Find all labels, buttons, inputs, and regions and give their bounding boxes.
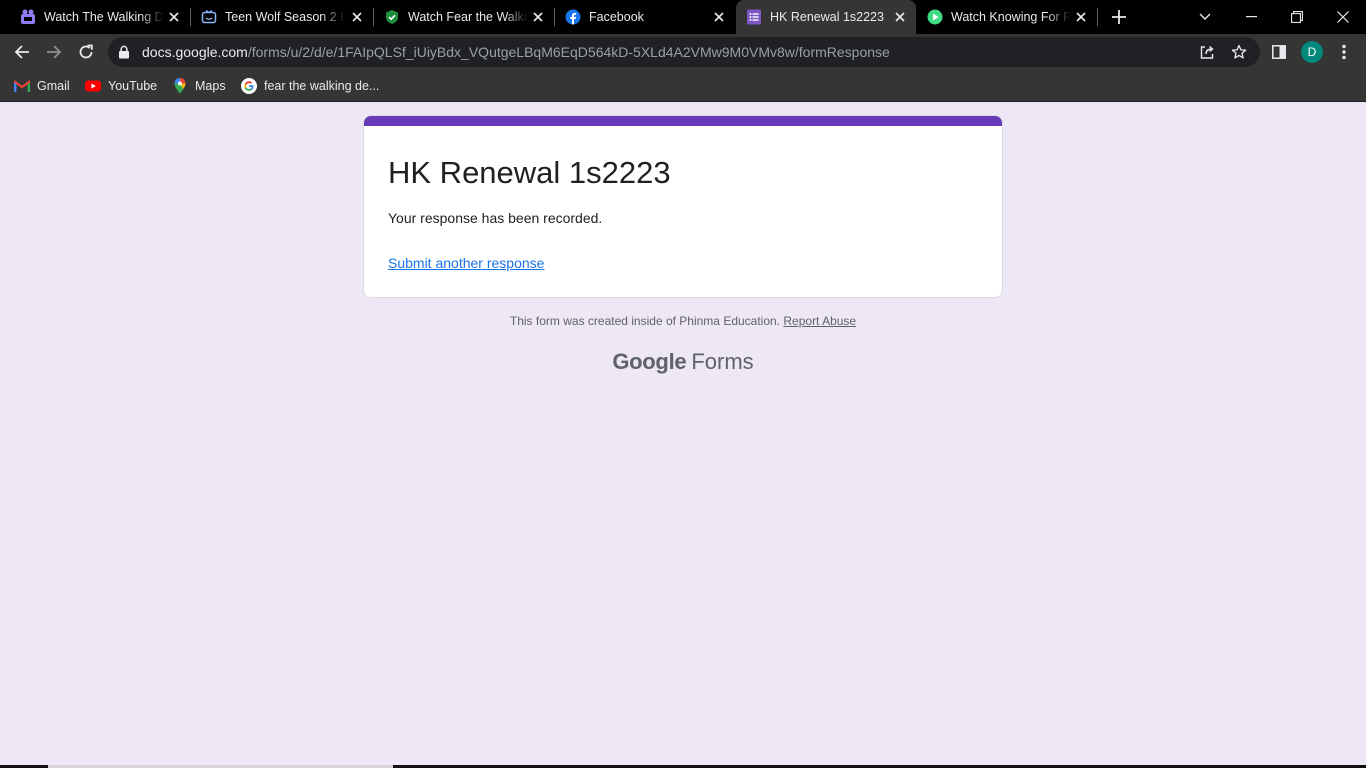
tab-title: Facebook [589,10,644,24]
google-g-icon [241,78,257,94]
tab-fear-walking-dead[interactable]: Watch Fear the Walking Dead [374,0,554,34]
reload-icon [79,44,93,59]
form-accent-bar [364,116,1002,126]
more-vert-icon [1342,44,1346,60]
play-icon [927,9,943,25]
report-abuse-link[interactable]: Report Abuse [783,314,856,328]
restore-button[interactable] [1274,0,1320,34]
tab-title: Watch Fear the Walking Dead [408,10,528,24]
submit-another-response-link[interactable]: Submit another response [388,255,544,271]
side-panel-button[interactable] [1265,38,1293,66]
plus-icon [1112,10,1126,24]
tab-facebook[interactable]: Facebook [555,0,735,34]
tab-knowing[interactable]: Watch Knowing For Free [917,0,1097,34]
close-icon [1337,11,1349,23]
lock-icon[interactable] [118,45,130,64]
chevron-down-icon [1199,13,1211,20]
confirmation-message: Your response has been recorded. [388,210,603,226]
tab-search-button[interactable] [1190,0,1220,34]
share-icon[interactable] [1199,44,1215,60]
minimize-button[interactable] [1228,0,1274,34]
form-footer-note: This form was created inside of Phinma E… [0,314,1366,328]
star-icon[interactable] [1231,44,1247,60]
back-button[interactable] [8,38,36,66]
url-path: /forms/u/2/d/e/1FAIpQLSf_iUiyBdx_VQutgeL… [247,44,890,60]
google-forms-logo[interactable]: Google Forms [0,348,1366,376]
arrow-left-icon [14,45,29,59]
minimize-icon [1245,16,1257,18]
close-icon[interactable] [1073,9,1089,25]
bookmark-fear-walking-dead[interactable]: fear the walking de... [241,76,379,96]
bookmark-youtube[interactable]: YouTube [85,76,157,96]
tab-title: HK Renewal 1s2223 [770,10,884,24]
bookmark-label: fear the walking de... [264,79,380,93]
tab-hk-renewal[interactable]: HK Renewal 1s2223 [736,0,916,34]
tab-title: Watch The Walking Dead [44,10,164,24]
new-tab-button[interactable] [1106,0,1132,34]
shield-check-icon [384,9,400,25]
form-confirmation-card: HK Renewal 1s2223 Your response has been… [363,115,1003,298]
bookmark-maps[interactable]: Maps [172,76,226,96]
logo-google-text: Google [612,349,687,374]
logo-forms-text: Forms [691,349,754,374]
forward-button[interactable] [40,38,68,66]
tv-icon [201,9,217,25]
address-bar[interactable]: docs.google.com/forms/u/2/d/e/1FAIpQLSf_… [108,37,1260,67]
window-close-button[interactable] [1320,0,1366,34]
form-title: HK Renewal 1s2223 [388,155,671,190]
bookmarks-bar: Gmail YouTube Maps fear the walking de..… [0,70,1366,102]
browser-toolbar: docs.google.com/forms/u/2/d/e/1FAIpQLSf_… [0,34,1366,70]
bookmark-label: Gmail [37,79,70,93]
close-icon[interactable] [892,9,908,25]
bookmark-gmail[interactable]: Gmail [14,76,70,96]
close-icon[interactable] [166,9,182,25]
close-icon[interactable] [530,9,546,25]
clapperboard-icon [20,9,36,25]
profile-avatar[interactable]: D [1301,41,1323,63]
restore-icon [1291,11,1303,23]
gmail-icon [14,78,30,94]
bookmark-label: YouTube [108,79,158,93]
tab-walking-dead[interactable]: Watch The Walking Dead [10,0,190,34]
tab-title: Watch Knowing For Free [951,10,1071,24]
arrow-right-icon [47,45,62,59]
youtube-icon [85,78,101,94]
tab-strip: Watch The Walking Dead Teen Wolf Season … [0,0,1366,34]
close-icon[interactable] [349,9,365,25]
url-host: docs.google.com [142,44,248,60]
tab-teen-wolf[interactable]: Teen Wolf Season 2 Episode [191,0,373,34]
menu-button[interactable] [1330,38,1358,66]
close-icon[interactable] [711,9,727,25]
footer-note-text: This form was created inside of Phinma E… [509,314,781,328]
tab-separator [1097,8,1098,26]
maps-pin-icon [172,78,188,94]
side-panel-icon [1272,45,1286,59]
google-forms-icon [746,9,762,25]
reload-button[interactable] [72,38,100,66]
bookmark-label: Maps [195,79,226,93]
tab-title: Teen Wolf Season 2 Episode [225,10,345,24]
url-text[interactable]: docs.google.com/forms/u/2/d/e/1FAIpQLSf_… [142,45,890,60]
facebook-icon [565,9,581,25]
